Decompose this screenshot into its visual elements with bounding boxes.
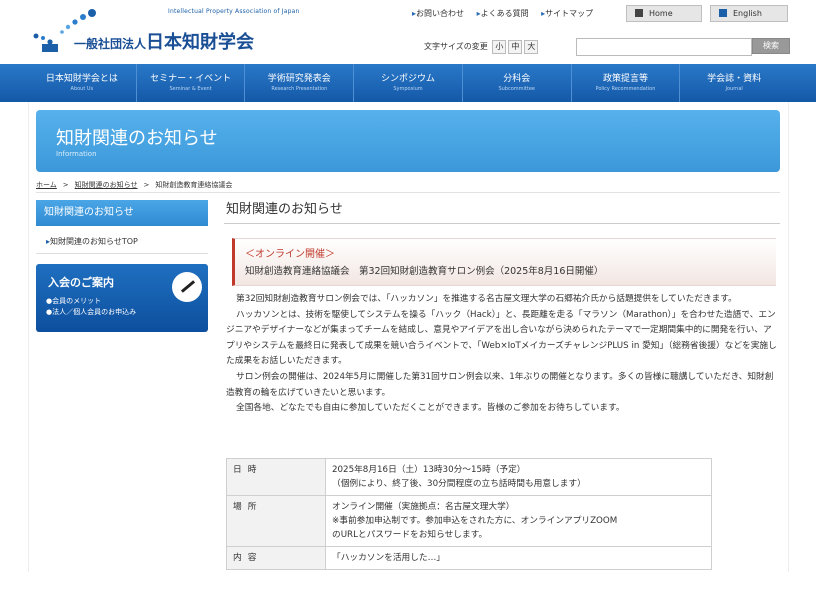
join-title: 入会のご案内	[48, 276, 114, 289]
breadcrumb-home[interactable]: ホーム	[36, 181, 57, 189]
breadcrumb-divider	[36, 192, 780, 193]
paragraph: 第32回知財創造教育サロン例会では、「ハッカソン」を推進する名古屋文理大学の石郷…	[236, 294, 737, 304]
sitemap-link[interactable]: サイトマップ	[541, 9, 593, 18]
join-list: 会員のメリット 法人／個人会員のお申込み	[46, 296, 136, 318]
event-info-table: 日時 2025年8月16日（土）13時30分～15時（予定） （個例により、終了後…	[226, 458, 712, 570]
sidebar-item-top[interactable]: 知財関連のお知らせTOP	[36, 230, 208, 254]
home-icon	[635, 9, 643, 17]
viewport-bottom-edge	[0, 572, 816, 612]
sidebar-heading[interactable]: 知財関連のお知らせ	[36, 200, 208, 226]
table-row: 場所 オンライン開催（実施拠点：名古屋文理大学） ※事前参加申込制です。参加申込を…	[226, 495, 712, 547]
info-value: 「ハッカソンを活用した…」	[325, 546, 712, 570]
online-tag: ＜オンライン開催＞	[245, 249, 335, 260]
content-border-right	[788, 102, 789, 572]
article-body: 第32回知財創造教育サロン例会では、「ハッカソン」を推進する名古屋文理大学の石郷…	[226, 292, 780, 417]
utility-links: お問い合わせ よくある質問 サイトマップ	[412, 8, 603, 19]
table-row: 日時 2025年8月16日（土）13時30分～15時（予定） （個例により、終了後…	[226, 458, 712, 496]
logo-japanese-name: 一般社団法人日本知財学会	[74, 32, 255, 53]
nav-seminar[interactable]: セミナー・イベント Seminar & Event	[137, 64, 246, 102]
font-size-medium-button[interactable]: 中	[508, 40, 523, 54]
font-size-label: 文字サイズの変更	[424, 42, 488, 51]
nav-journal[interactable]: 学会誌・資料 Journal	[680, 64, 788, 102]
pen-icon	[172, 272, 202, 302]
page-title: 知財関連のお知らせ	[224, 198, 780, 224]
breadcrumb-separator-icon: >	[143, 181, 150, 189]
font-size-small-button[interactable]: 小	[492, 40, 507, 54]
info-key: 日時	[226, 458, 326, 496]
english-icon	[719, 9, 727, 17]
content-border-left	[28, 102, 29, 572]
paragraph: 全国各地、どなたでも自由に参加していただくことができます。皆様のご参加をお待ちし…	[236, 403, 625, 414]
info-key: 場所	[226, 495, 326, 547]
info-value: 2025年8月16日（土）13時30分～15時（予定） （個例により、終了後、30…	[325, 458, 712, 496]
info-key: 内容	[226, 546, 326, 570]
notice-heading: ＜オンライン開催＞ 知財創造教育連絡協議会 第32回知財創造教育サロン例会（20…	[232, 238, 776, 286]
join-benefits-link[interactable]: 会員のメリット	[46, 296, 136, 307]
home-button[interactable]: Home	[626, 5, 702, 22]
nav-symposium[interactable]: シンポジウム Symposium	[354, 64, 463, 102]
site-header: Intellectual Property Association of Jap…	[0, 0, 816, 64]
nav-about[interactable]: 日本知財学会とは About Us	[28, 64, 137, 102]
notice-title: 知財創造教育連絡協議会 第32回知財創造教育サロン例会（2025年8月16日開催…	[245, 266, 604, 277]
logo-english-name: Intellectual Property Association of Jap…	[168, 8, 300, 15]
join-apply-link[interactable]: 法人／個人会員のお申込み	[46, 307, 136, 318]
banner-title: 知財関連のお知らせ	[56, 128, 218, 149]
font-size-control: 文字サイズの変更 小中大	[424, 40, 539, 54]
font-size-large-button[interactable]: 大	[524, 40, 539, 54]
search-input[interactable]	[576, 38, 752, 56]
site-logo[interactable]: Intellectual Property Association of Jap…	[28, 8, 308, 60]
info-value: オンライン開催（実施拠点：名古屋文理大学） ※事前参加申込制です。参加申込をされた…	[325, 495, 712, 547]
table-row: 内容 「ハッカソンを活用した…」	[226, 546, 712, 570]
breadcrumb-current: 知財創造教育連絡協議会	[155, 181, 233, 189]
nav-research[interactable]: 学術研究発表会 Research Presentation	[245, 64, 355, 102]
global-nav: 日本知財学会とは About Us セミナー・イベント Seminar & Even…	[28, 64, 788, 102]
join-banner[interactable]: 入会のご案内 会員のメリット 法人／個人会員のお申込み	[36, 264, 208, 332]
english-button[interactable]: English	[710, 5, 788, 22]
page-banner: 知財関連のお知らせ Information	[36, 110, 780, 172]
faq-link[interactable]: よくある質問	[477, 9, 529, 18]
nav-subcommittee[interactable]: 分科会 Subcommittee	[463, 64, 572, 102]
paragraph: サロン例会の開催は、2024年5月に開催した第31回サロン例会以来、1年ぶりの開…	[226, 371, 774, 398]
breadcrumb: ホーム > 知財関連のお知らせ > 知財創造教育連絡協議会	[36, 180, 232, 190]
breadcrumb-separator-icon: >	[62, 181, 69, 189]
breadcrumb-parent[interactable]: 知財関連のお知らせ	[75, 181, 138, 189]
banner-subtitle: Information	[56, 150, 97, 158]
nav-policy[interactable]: 政策提言等 Policy Recommendation	[572, 64, 681, 102]
contact-link[interactable]: お問い合わせ	[412, 9, 464, 18]
search-button[interactable]: 検索	[752, 38, 790, 54]
paragraph: ハッカソンとは、技術を駆使してシステムを操る「ハック（Hack）」と、長距離を走…	[226, 309, 777, 367]
